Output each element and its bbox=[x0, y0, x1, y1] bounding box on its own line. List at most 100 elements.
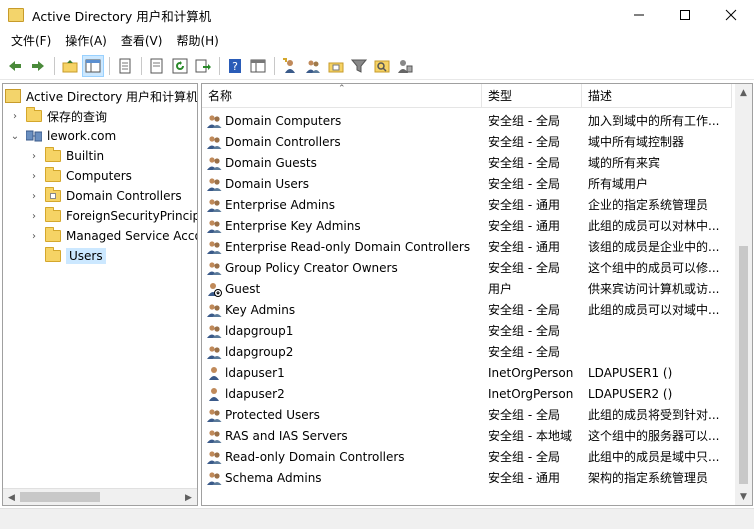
tree-item-managed-service-accounts[interactable]: › Managed Service Accounts bbox=[28, 226, 197, 246]
minimize-button[interactable] bbox=[616, 0, 662, 30]
chevron-right-icon[interactable]: › bbox=[9, 106, 21, 126]
table-row[interactable]: Domain Controllers 安全组 - 全局 域中所有域控制器 bbox=[202, 131, 732, 152]
filter-button[interactable] bbox=[348, 55, 370, 77]
table-row[interactable]: Enterprise Read-only Domain Controllers 安… bbox=[202, 236, 732, 257]
table-row[interactable]: Group Policy Creator Owners 安全组 - 全局 这个组中的… bbox=[202, 257, 732, 278]
export-list-button[interactable] bbox=[146, 55, 168, 77]
type-cell: 安全组 - 全局 bbox=[488, 261, 560, 275]
up-folder-button[interactable] bbox=[59, 55, 81, 77]
description-cell: 这个组中的服务器可以... bbox=[588, 429, 720, 443]
chevron-right-icon[interactable]: › bbox=[28, 206, 40, 226]
show-tree-button[interactable] bbox=[82, 55, 104, 77]
group-icon bbox=[206, 197, 222, 213]
chevron-right-icon[interactable]: › bbox=[28, 166, 40, 186]
column-header-type[interactable]: 类型 bbox=[482, 84, 582, 108]
properties-button[interactable] bbox=[114, 55, 136, 77]
name-cell: Protected Users bbox=[206, 404, 482, 425]
description-cell bbox=[588, 341, 728, 362]
table-row[interactable]: Schema Admins 安全组 - 通用 架构的指定系统管理员 bbox=[202, 467, 732, 488]
forward-button[interactable] bbox=[27, 55, 49, 77]
add-group-button[interactable] bbox=[302, 55, 324, 77]
details-list[interactable]: 名称 ⌃ 类型 描述 Domain Computers 安全组 - 全局 加入到域中… bbox=[201, 83, 753, 506]
help-button[interactable]: ? bbox=[224, 55, 246, 77]
back-button[interactable] bbox=[4, 55, 26, 77]
folder-icon bbox=[26, 107, 42, 122]
name-cell: Group Policy Creator Owners bbox=[206, 257, 482, 278]
tree-item-domain-controllers[interactable]: › Domain Controllers bbox=[28, 186, 182, 206]
scroll-down-icon[interactable]: ▼ bbox=[735, 488, 752, 505]
tree-item-saved-queries[interactable]: › 保存的查询 bbox=[9, 106, 107, 126]
tree-item-root[interactable]: Active Directory 用户和计算机 bbox=[5, 86, 197, 106]
table-row[interactable]: ldapgroup2 安全组 - 全局 bbox=[202, 341, 732, 362]
table-row[interactable]: Domain Computers 安全组 - 全局 加入到域中的所有工作... bbox=[202, 110, 732, 131]
mmc-button[interactable] bbox=[247, 55, 269, 77]
forward-icon bbox=[32, 61, 44, 71]
chevron-right-icon[interactable]: › bbox=[28, 186, 40, 206]
tree-item-domain[interactable]: ⌄ lework.com bbox=[9, 126, 116, 146]
toolbar-separator bbox=[109, 57, 110, 75]
description-cell: 架构的指定系统管理员 bbox=[588, 471, 709, 485]
column-header-label: 名称 bbox=[208, 89, 233, 103]
delegate-button[interactable] bbox=[394, 55, 416, 77]
tree-item-builtin[interactable]: › Builtin bbox=[28, 146, 104, 166]
help-icon: ? bbox=[229, 59, 241, 73]
table-row[interactable]: Guest 用户 供来宾访问计算机或访... bbox=[202, 278, 732, 299]
tree-item-foreign-security-principals[interactable]: › ForeignSecurityPrincipals bbox=[28, 206, 197, 226]
table-row[interactable]: Enterprise Admins 安全组 - 通用 企业的指定系统管理员 bbox=[202, 194, 732, 215]
back-icon bbox=[9, 61, 21, 71]
add-ou-button[interactable] bbox=[325, 55, 347, 77]
scroll-up-icon[interactable]: ▲ bbox=[735, 84, 752, 101]
object-name: Domain Users bbox=[225, 176, 309, 191]
tree-horizontal-scrollbar[interactable]: ◀ ▶ bbox=[3, 488, 197, 505]
add-user-button[interactable] bbox=[279, 55, 301, 77]
table-row[interactable]: ldapgroup1 安全组 - 全局 bbox=[202, 320, 732, 341]
table-row[interactable]: Protected Users 安全组 - 全局 此组的成员将受到针对... bbox=[202, 404, 732, 425]
navigation-tree[interactable]: Active Directory 用户和计算机 › 保存的查询 ⌄ lework… bbox=[2, 83, 198, 506]
tree-item-users[interactable]: Users bbox=[45, 246, 106, 266]
add-user-icon bbox=[283, 58, 295, 73]
object-name: Domain Computers bbox=[225, 113, 342, 128]
scroll-right-icon[interactable]: ▶ bbox=[180, 489, 197, 505]
close-button[interactable] bbox=[708, 0, 754, 30]
table-row[interactable]: Domain Users 安全组 - 全局 所有域用户 bbox=[202, 173, 732, 194]
group-icon bbox=[206, 113, 222, 129]
group-icon bbox=[206, 344, 222, 360]
tree-item-label: ForeignSecurityPrincipals bbox=[66, 209, 197, 223]
refresh-button[interactable] bbox=[169, 55, 191, 77]
scrollbar-thumb[interactable] bbox=[739, 246, 748, 484]
ad-root-icon bbox=[5, 89, 21, 103]
table-row[interactable]: ldapuser1 InetOrgPerson LDAPUSER1 () bbox=[202, 362, 732, 383]
column-header-name[interactable]: 名称 ⌃ bbox=[202, 84, 482, 108]
description-cell: 域的所有来宾 bbox=[588, 156, 661, 170]
window-controls bbox=[616, 0, 754, 30]
type-cell: InetOrgPerson bbox=[488, 365, 574, 380]
export-button[interactable] bbox=[192, 55, 214, 77]
menu-help[interactable]: 帮助(H) bbox=[169, 30, 225, 52]
chevron-down-icon[interactable]: ⌄ bbox=[9, 126, 21, 146]
table-row[interactable]: Read-only Domain Controllers 安全组 - 全局 此组中的… bbox=[202, 446, 732, 467]
scroll-left-icon[interactable]: ◀ bbox=[3, 489, 20, 505]
chevron-right-icon[interactable]: › bbox=[28, 146, 40, 166]
menu-view[interactable]: 查看(V) bbox=[114, 30, 170, 52]
description-cell: 所有域用户 bbox=[588, 177, 649, 191]
type-cell: 安全组 - 通用 bbox=[488, 219, 560, 233]
maximize-button[interactable] bbox=[662, 0, 708, 30]
menu-action[interactable]: 操作(A) bbox=[58, 30, 114, 52]
list-vertical-scrollbar[interactable]: ▲ ▼ bbox=[735, 84, 752, 505]
tree-item-computers[interactable]: › Computers bbox=[28, 166, 132, 186]
column-header-desc[interactable]: 描述 bbox=[582, 84, 732, 108]
folder-icon bbox=[45, 207, 61, 222]
chevron-right-icon[interactable]: › bbox=[28, 226, 40, 246]
name-cell: Domain Users bbox=[206, 173, 482, 194]
table-row[interactable]: Key Admins 安全组 - 全局 此组的成员可以对域中... bbox=[202, 299, 732, 320]
table-row[interactable]: Enterprise Key Admins 安全组 - 通用 此组的成员可以对林中.… bbox=[202, 215, 732, 236]
find-button[interactable] bbox=[371, 55, 393, 77]
table-row[interactable]: RAS and IAS Servers 安全组 - 本地域 这个组中的服务器可以..… bbox=[202, 425, 732, 446]
menu-file[interactable]: 文件(F) bbox=[4, 30, 58, 52]
table-row[interactable]: ldapuser2 InetOrgPerson LDAPUSER2 () bbox=[202, 383, 732, 404]
scrollbar-thumb[interactable] bbox=[20, 492, 100, 502]
type-cell: 安全组 - 通用 bbox=[488, 240, 560, 254]
object-name: Group Policy Creator Owners bbox=[225, 260, 398, 275]
table-row[interactable]: Domain Guests 安全组 - 全局 域的所有来宾 bbox=[202, 152, 732, 173]
find-icon bbox=[374, 60, 390, 73]
